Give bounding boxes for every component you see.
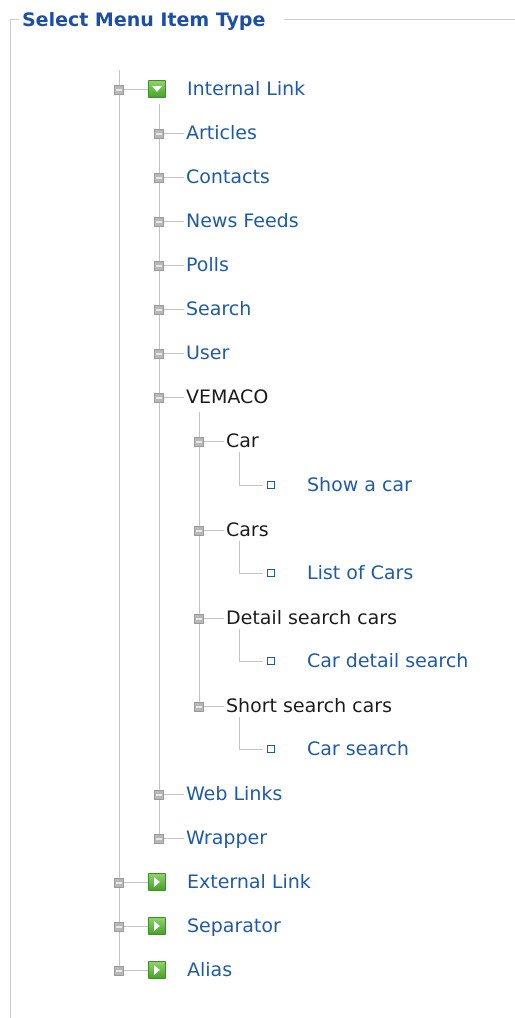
connector — [164, 133, 184, 134]
tree-label: Short search cars — [226, 695, 392, 717]
car-expander[interactable] — [194, 437, 204, 447]
tree-vemaco-line — [199, 412, 200, 706]
tree-item-external-link[interactable]: External Link — [187, 869, 311, 895]
tree-label[interactable]: Search — [186, 296, 251, 322]
connector — [239, 573, 263, 574]
connector — [204, 441, 224, 442]
tree-item-cars[interactable]: Cars — [226, 517, 269, 543]
detail-search-cars-expander[interactable] — [194, 614, 204, 624]
tree-item-alias[interactable]: Alias — [187, 957, 232, 983]
car-search-leaf-icon — [267, 745, 275, 753]
fieldset-legend: Select Menu Item Type — [19, 7, 269, 33]
tree-item-car-search[interactable]: Car search — [307, 736, 409, 762]
tree-item-car-detail-search[interactable]: Car detail search — [307, 648, 468, 674]
connector — [239, 452, 240, 485]
alias-folder-icon[interactable] — [148, 961, 166, 979]
tree-label: Detail search cars — [226, 607, 397, 629]
tree-label: Cars — [226, 519, 269, 541]
tree-label[interactable]: Car search — [307, 736, 409, 762]
tree-label[interactable]: External Link — [187, 869, 311, 895]
tree-item-vemaco[interactable]: VEMACO — [186, 384, 268, 410]
tree-label[interactable]: News Feeds — [186, 208, 299, 234]
tree-label[interactable]: Separator — [187, 913, 281, 939]
tree-label[interactable]: Show a car — [307, 472, 412, 498]
contacts-expander[interactable] — [154, 173, 164, 183]
connector — [239, 629, 240, 661]
connector — [164, 353, 184, 354]
tree-label: VEMACO — [186, 386, 269, 408]
tree-root-line — [119, 70, 120, 970]
fieldset-left — [10, 19, 11, 1018]
tree-label[interactable]: Alias — [187, 957, 232, 983]
tree-label[interactable]: Polls — [186, 252, 229, 278]
tree-label[interactable]: Contacts — [186, 164, 270, 190]
connector — [164, 397, 184, 398]
separator-folder-icon[interactable] — [148, 917, 166, 935]
tree-item-detail-search-cars[interactable]: Detail search cars — [226, 605, 397, 631]
tree-item-separator[interactable]: Separator — [187, 913, 281, 939]
separator-expander[interactable] — [114, 922, 124, 932]
tree-item-list-of-cars[interactable]: List of Cars — [307, 560, 413, 586]
tree-item-wrapper[interactable]: Wrapper — [186, 825, 267, 851]
car-detail-search-leaf-icon — [267, 657, 275, 665]
tree-label[interactable]: Car detail search — [307, 648, 468, 674]
connector — [164, 265, 184, 266]
connector — [124, 89, 148, 90]
alias-expander[interactable] — [114, 966, 124, 976]
connector — [164, 221, 184, 222]
tree-item-polls[interactable]: Polls — [186, 252, 229, 278]
internal-link-folder-icon[interactable] — [148, 80, 166, 98]
connector — [124, 882, 148, 883]
tree-label[interactable]: Articles — [186, 120, 257, 146]
tree-item-user[interactable]: User — [186, 340, 229, 366]
vemaco-expander[interactable] — [154, 393, 164, 403]
tree-item-search[interactable]: Search — [186, 296, 251, 322]
list-of-cars-leaf-icon — [267, 569, 275, 577]
connector — [204, 530, 224, 531]
tree-label[interactable]: Wrapper — [186, 825, 267, 851]
tree-label[interactable]: List of Cars — [307, 560, 413, 586]
tree-item-news-feeds[interactable]: News Feeds — [186, 208, 299, 234]
cars-expander[interactable] — [194, 526, 204, 536]
external-link-folder-icon[interactable] — [148, 873, 166, 891]
wrapper-expander[interactable] — [154, 834, 164, 844]
connector — [164, 309, 184, 310]
tree-internal-line — [159, 104, 160, 838]
tree-item-web-links[interactable]: Web Links — [186, 781, 282, 807]
connector — [204, 618, 224, 619]
connector — [239, 749, 263, 750]
articles-expander[interactable] — [154, 129, 164, 139]
show-a-car-leaf-icon — [267, 481, 275, 489]
tree-item-show-a-car[interactable]: Show a car — [307, 472, 412, 498]
connector — [239, 485, 263, 486]
connector — [204, 706, 224, 707]
user-expander[interactable] — [154, 349, 164, 359]
fieldset-top-right — [284, 19, 515, 20]
tree-label[interactable]: User — [186, 340, 229, 366]
polls-expander[interactable] — [154, 261, 164, 271]
connector — [164, 177, 184, 178]
tree-item-articles[interactable]: Articles — [186, 120, 257, 146]
connector — [124, 926, 148, 927]
short-search-cars-expander[interactable] — [194, 702, 204, 712]
news-feeds-expander[interactable] — [154, 217, 164, 227]
tree-item-short-search-cars[interactable]: Short search cars — [226, 693, 392, 719]
tree-label[interactable]: Web Links — [186, 781, 282, 807]
connector — [164, 838, 184, 839]
tree-label: Car — [226, 430, 259, 452]
web-links-expander[interactable] — [154, 790, 164, 800]
tree-item-contacts[interactable]: Contacts — [186, 164, 270, 190]
external-link-expander[interactable] — [114, 878, 124, 888]
connector — [239, 717, 240, 749]
tree-item-car[interactable]: Car — [226, 428, 259, 454]
internal-link-expander[interactable] — [114, 85, 124, 95]
tree-label[interactable]: Internal Link — [187, 76, 305, 102]
tree-item-internal-link[interactable]: Internal Link — [187, 76, 305, 102]
connector — [124, 970, 148, 971]
connector — [239, 661, 263, 662]
search-expander[interactable] — [154, 305, 164, 315]
connector — [164, 794, 184, 795]
connector — [239, 541, 240, 573]
